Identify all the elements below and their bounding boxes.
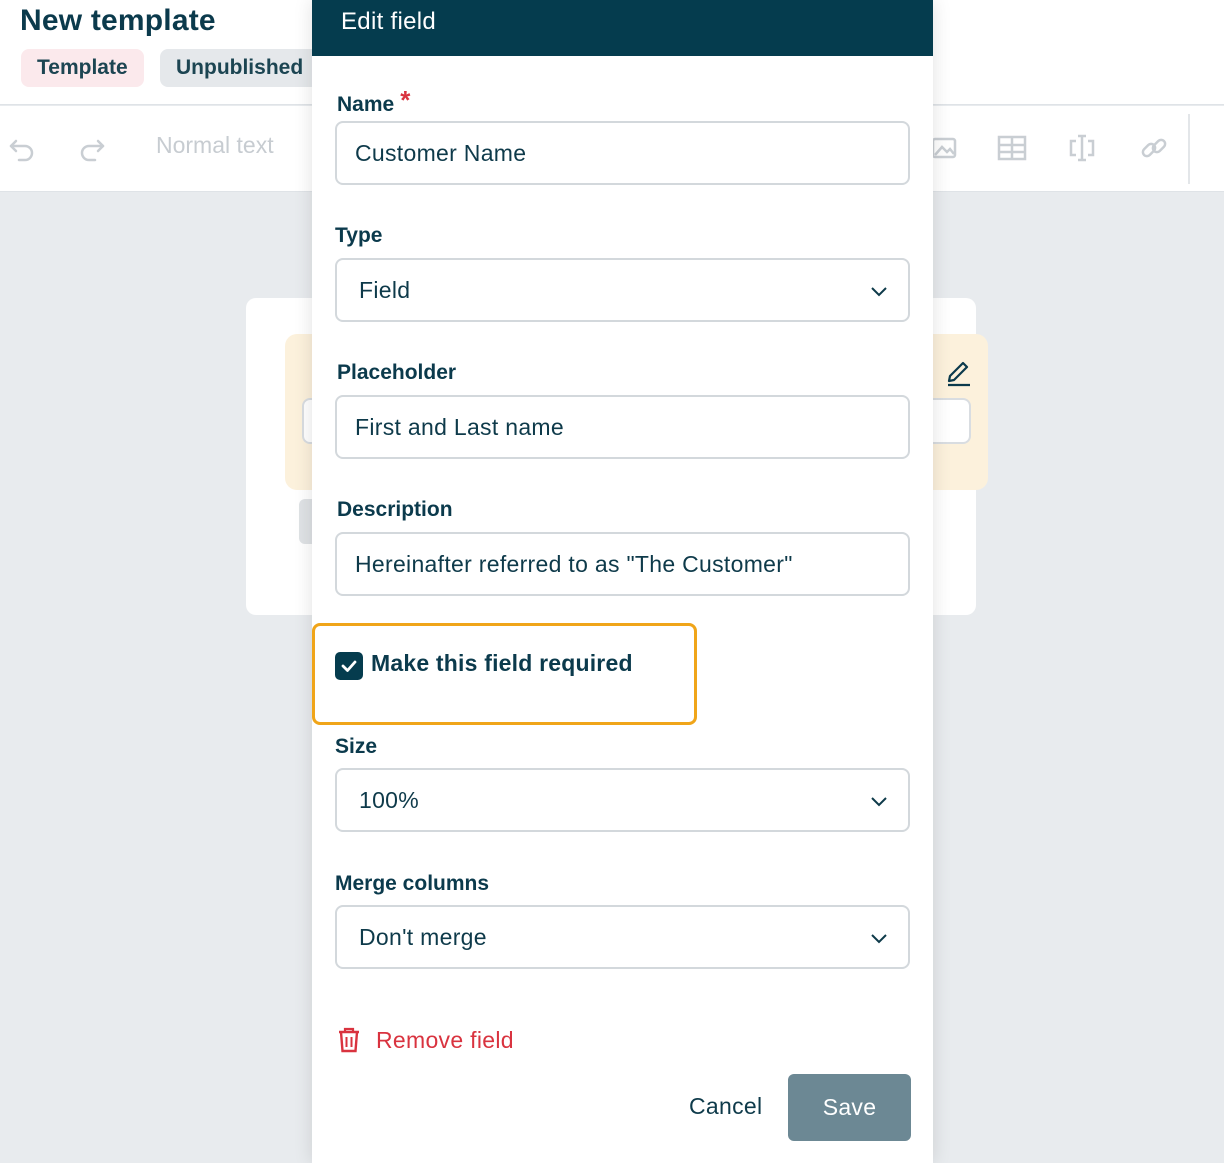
undo-icon[interactable] xyxy=(4,130,40,166)
cancel-button[interactable]: Cancel xyxy=(689,1093,762,1120)
merge-columns-label: Merge columns xyxy=(335,872,490,895)
toolbar-divider xyxy=(1188,114,1190,184)
placeholder-input[interactable] xyxy=(335,395,910,459)
edit-pencil-icon[interactable] xyxy=(942,354,976,388)
chevron-down-icon xyxy=(871,797,887,807)
size-label: Size xyxy=(335,735,378,758)
modal-header: Edit field xyxy=(312,0,933,56)
trash-icon xyxy=(339,1027,359,1053)
link-icon[interactable] xyxy=(1136,130,1172,166)
description-input[interactable] xyxy=(335,532,910,596)
type-select[interactable]: Field xyxy=(335,258,910,322)
remove-field-label: Remove field xyxy=(376,1026,514,1053)
table-icon[interactable] xyxy=(994,130,1030,166)
template-badge: Template xyxy=(21,49,144,87)
placeholder-label: Placeholder xyxy=(337,361,457,384)
description-label: Description xyxy=(337,498,453,521)
merge-columns-select-value: Don't merge xyxy=(359,923,487,950)
type-select-value: Field xyxy=(359,276,411,303)
chevron-down-icon xyxy=(871,287,887,297)
checkmark-icon xyxy=(341,660,357,672)
name-input[interactable] xyxy=(335,121,910,185)
remove-field-button[interactable]: Remove field xyxy=(336,1026,514,1054)
name-label-text: Name xyxy=(337,93,395,116)
required-star: * xyxy=(400,85,411,115)
save-button[interactable]: Save xyxy=(788,1074,911,1141)
page-title: New template xyxy=(20,4,216,37)
name-label: Name * xyxy=(337,85,411,118)
text-style-select[interactable]: Normal text xyxy=(156,132,274,159)
redo-icon[interactable] xyxy=(74,130,110,166)
size-select-value: 100% xyxy=(359,786,420,813)
status-badge: Unpublished xyxy=(160,49,320,87)
modal-title: Edit field xyxy=(341,8,437,35)
merge-columns-select[interactable]: Don't merge xyxy=(335,905,910,969)
required-checkbox-label[interactable]: Make this field required xyxy=(371,650,633,677)
edit-field-modal: Edit field Name* Type Field Placeholder … xyxy=(312,0,933,1163)
required-checkbox[interactable] xyxy=(335,652,363,680)
doc-field-input xyxy=(928,398,971,444)
type-label: Type xyxy=(335,224,383,247)
chevron-down-icon xyxy=(871,934,887,944)
size-select[interactable]: 100% xyxy=(335,768,910,832)
field-icon[interactable] xyxy=(1064,130,1100,166)
